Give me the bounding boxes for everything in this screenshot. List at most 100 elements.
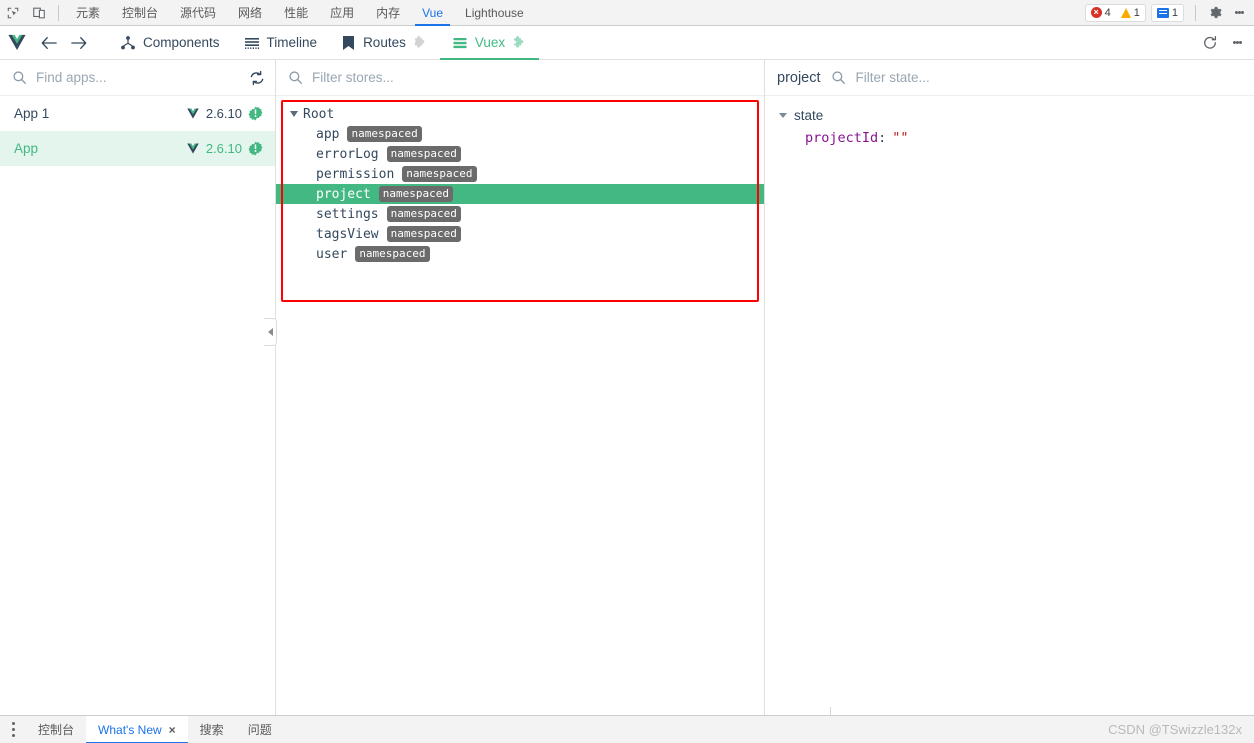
drawer-more-icon[interactable] [0, 716, 26, 743]
tree-node-root[interactable]: Root [276, 104, 764, 124]
devtools-top-tabbar: 元素 控制台 源代码 网络 性能 应用 内存 Vue Lighthouse × … [0, 0, 1254, 26]
store-tree: Root app namespaced errorLog namespaced … [276, 96, 764, 264]
app-list-item-1[interactable]: App 2.6.10 [0, 131, 275, 166]
filter-state-input[interactable]: Filter state... [856, 70, 1242, 85]
devtools-tab-sources[interactable]: 源代码 [169, 0, 227, 26]
tree-node-errorlog[interactable]: errorLog namespaced [276, 144, 764, 164]
drawer-tab-search[interactable]: 搜索 [188, 716, 236, 743]
warning-count: 1 [1133, 6, 1140, 19]
chevron-down-icon[interactable] [290, 111, 298, 117]
error-icon: × [1090, 7, 1102, 18]
drawer-tab-label: 搜索 [199, 722, 224, 737]
state-colon: : [878, 130, 887, 146]
search-icon [12, 70, 27, 85]
search-icon [831, 70, 846, 85]
timeline-icon [244, 35, 260, 51]
tree-node-label: settings [316, 206, 379, 222]
tree-node-label: permission [316, 166, 395, 182]
devtools-tab-elements[interactable]: 元素 [65, 0, 111, 26]
vue-tab-routes[interactable]: Routes [329, 26, 440, 60]
state-header: project Filter state... [765, 60, 1254, 96]
back-arrow-icon[interactable] [34, 26, 64, 60]
vue-devtools-toolbar: Components Timeline Routes Vuex [0, 26, 1254, 60]
tree-node-project[interactable]: project namespaced [276, 184, 764, 204]
drawer-tab-whats-new[interactable]: What's New × [86, 715, 188, 743]
state-entry-projectid[interactable]: projectId : "" [765, 126, 1254, 150]
error-warning-badge[interactable]: × 4 1 [1084, 3, 1146, 22]
devtools-tab-vue[interactable]: Vue [411, 0, 454, 26]
tree-node-settings[interactable]: settings namespaced [276, 204, 764, 224]
forward-arrow-icon[interactable] [64, 26, 94, 60]
devtools-tab-lighthouse[interactable]: Lighthouse [454, 0, 535, 26]
tree-node-tagsview[interactable]: tagsView namespaced [276, 224, 764, 244]
vue-tab-routes-label: Routes [363, 35, 406, 50]
toolbar-divider [58, 4, 59, 21]
vue-mini-logo-icon [186, 143, 200, 155]
vue-tab-components[interactable]: Components [108, 26, 232, 60]
app-version: 2.6.10 [205, 141, 242, 156]
tree-node-label: project [316, 186, 371, 202]
app-name: App [14, 141, 39, 156]
drawer-tab-label: What's New [98, 722, 162, 737]
drawer-tab-issues[interactable]: 问题 [236, 716, 284, 743]
tree-node-label: Root [303, 106, 335, 122]
find-apps-input[interactable]: Find apps... [36, 70, 240, 85]
app-name: App 1 [14, 106, 50, 121]
state-key: projectId [805, 130, 879, 146]
namespaced-badge: namespaced [386, 206, 461, 222]
apps-pane: Find apps... App 1 2.6.10 App 2.6.10 [0, 60, 276, 715]
namespaced-badge: namespaced [347, 126, 422, 142]
device-toolbar-icon[interactable] [26, 0, 52, 26]
tree-node-permission[interactable]: permission namespaced [276, 164, 764, 184]
drawer-tab-label: 问题 [247, 722, 272, 737]
vue-mini-logo-icon [186, 108, 200, 120]
chevron-down-icon[interactable] [779, 112, 787, 118]
state-value: "" [892, 130, 909, 146]
main-content: Find apps... App 1 2.6.10 App 2.6.10 Fil… [0, 60, 1254, 715]
tree-node-label: user [316, 246, 348, 262]
devtools-tab-console[interactable]: 控制台 [111, 0, 169, 26]
sidebar-collapse-handle[interactable] [264, 318, 277, 346]
state-section-header[interactable]: state [765, 104, 1254, 126]
close-icon[interactable]: × [169, 716, 176, 743]
drawer-tab-console[interactable]: 控制台 [26, 716, 86, 743]
message-badge[interactable]: 1 [1150, 3, 1184, 22]
filter-stores-row[interactable]: Filter stores... [276, 60, 764, 96]
inspect-element-icon[interactable] [0, 0, 26, 26]
status-divider [1195, 4, 1196, 21]
devtools-tab-network[interactable]: 网络 [227, 0, 273, 26]
state-tree: state projectId : "" [765, 96, 1254, 150]
find-apps-search-row[interactable]: Find apps... [0, 60, 275, 96]
devtools-more-icon[interactable] [1228, 0, 1250, 26]
tree-node-app[interactable]: app namespaced [276, 124, 764, 144]
tree-node-user[interactable]: user namespaced [276, 244, 764, 264]
alert-badge-icon [248, 141, 263, 156]
namespaced-badge: namespaced [386, 226, 461, 242]
devtools-tab-application[interactable]: 应用 [319, 0, 365, 26]
error-count: 4 [1104, 6, 1111, 19]
devtools-tab-memory[interactable]: 内存 [365, 0, 411, 26]
reload-icon[interactable] [1196, 26, 1224, 60]
devtools-tabs: 元素 控制台 源代码 网络 性能 应用 内存 Vue Lighthouse [65, 0, 535, 26]
tree-node-label: app [316, 126, 340, 142]
state-pane: project Filter state... state projectId … [765, 60, 1254, 715]
state-section-label: state [794, 107, 824, 123]
vue-tab-timeline[interactable]: Timeline [232, 26, 330, 60]
devtools-tab-performance[interactable]: 性能 [273, 0, 319, 26]
search-icon [288, 70, 303, 85]
vuex-icon [452, 35, 468, 51]
app-list-item-0[interactable]: App 1 2.6.10 [0, 96, 275, 131]
vue-tab-components-label: Components [143, 35, 220, 50]
refresh-icon[interactable] [249, 70, 265, 86]
devtools-status-area: × 4 1 1 [1084, 0, 1254, 26]
vue-more-options-icon[interactable] [1226, 30, 1248, 56]
plugin-puzzle-icon-active [512, 35, 527, 50]
gear-icon[interactable] [1202, 0, 1228, 26]
tree-node-label: errorLog [316, 146, 379, 162]
drawer-tab-label: 控制台 [38, 722, 75, 737]
vue-tab-vuex[interactable]: Vuex [439, 26, 540, 60]
vue-tabs: Components Timeline Routes Vuex [108, 26, 540, 60]
plugin-puzzle-icon [413, 35, 428, 50]
filter-stores-input[interactable]: Filter stores... [312, 70, 752, 85]
watermark: CSDN @TSwizzle132x [1108, 722, 1242, 737]
